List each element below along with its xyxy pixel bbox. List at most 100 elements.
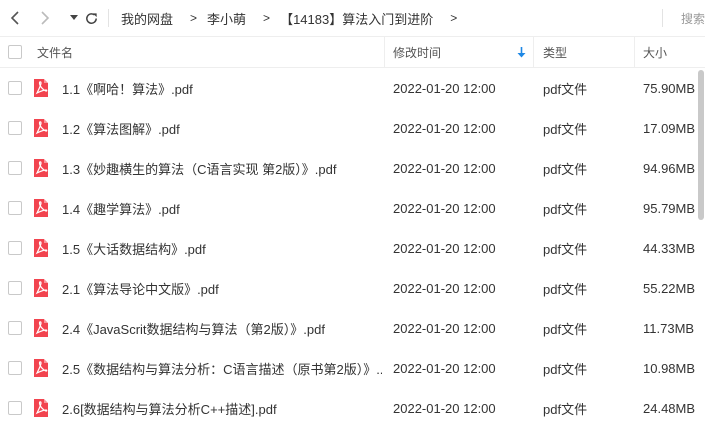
- sort-indicator[interactable]: [517, 37, 526, 67]
- row-checkbox[interactable]: [8, 188, 22, 228]
- file-size: 95.79MB: [643, 200, 696, 216]
- column-name[interactable]: 文件名: [37, 37, 73, 67]
- file-row[interactable]: 2.6[数据结构与算法分析C++描述].pdf 2022-01-20 12:00 p…: [0, 388, 705, 424]
- file-row[interactable]: 2.5《数据结构与算法分析：C语言描述（原书第2版）》.... 2022-01-2…: [0, 348, 705, 388]
- toolbar: 我的网盘 > 李小萌 > 【14183】算法入门到进阶 > 搜索: [0, 0, 705, 36]
- file-type: pdf文件: [543, 281, 588, 297]
- file-row[interactable]: 1.5《大话数据结构》.pdf 2022-01-20 12:00 pdf文件 44.3…: [0, 228, 705, 268]
- file-name[interactable]: 2.1《算法导论中文版》.pdf: [62, 268, 382, 308]
- column-divider: [634, 37, 635, 67]
- row-checkbox[interactable]: [8, 148, 22, 188]
- file-row[interactable]: 1.2《算法图解》.pdf 2022-01-20 12:00 pdf文件 17.09M…: [0, 108, 705, 148]
- pdf-icon: [34, 119, 48, 137]
- column-type[interactable]: 类型: [543, 37, 567, 67]
- search-input[interactable]: 搜索: [681, 0, 705, 36]
- select-all-checkbox[interactable]: [8, 37, 22, 67]
- file-name[interactable]: 1.1《啊哈！算法》.pdf: [62, 68, 382, 108]
- toolbar-divider: [108, 9, 109, 27]
- scrollbar-thumb[interactable]: [698, 70, 704, 220]
- checkbox-box: [8, 45, 22, 59]
- file-modified: 2022-01-20 12:00: [393, 360, 496, 376]
- file-name[interactable]: 1.2《算法图解》.pdf: [62, 108, 382, 148]
- forward-button[interactable]: [34, 8, 54, 28]
- chevron-left-icon: [10, 11, 19, 25]
- breadcrumb-separator: >: [190, 11, 198, 25]
- row-checkbox[interactable]: [8, 308, 22, 348]
- pdf-icon: [34, 279, 48, 297]
- breadcrumb-item[interactable]: 李小萌: [207, 9, 246, 28]
- breadcrumb-item[interactable]: 我的网盘: [121, 9, 173, 28]
- file-size: 75.90MB: [643, 80, 696, 96]
- file-type: pdf文件: [543, 241, 588, 257]
- file-modified: 2022-01-20 12:00: [393, 120, 496, 136]
- column-divider: [533, 37, 534, 67]
- file-row[interactable]: 1.4《趣学算法》.pdf 2022-01-20 12:00 pdf文件 95.79M…: [0, 188, 705, 228]
- file-name[interactable]: 2.4《JavaScrit数据结构与算法（第2版）》.pdf: [62, 308, 382, 348]
- file-row[interactable]: 1.1《啊哈！算法》.pdf 2022-01-20 12:00 pdf文件 75.90…: [0, 68, 705, 108]
- checkbox-box: [8, 121, 22, 135]
- pdf-icon: [34, 359, 48, 377]
- refresh-icon: [85, 12, 97, 24]
- column-divider: [384, 37, 385, 67]
- chevron-right-icon: [41, 11, 50, 25]
- pdf-icon: [34, 399, 48, 417]
- breadcrumb-separator: >: [450, 11, 458, 25]
- row-checkbox[interactable]: [8, 108, 22, 148]
- pdf-icon: [34, 199, 48, 217]
- file-type: pdf文件: [543, 321, 588, 337]
- column-modified[interactable]: 修改时间: [393, 37, 441, 67]
- file-type: pdf文件: [543, 121, 588, 137]
- refresh-button[interactable]: [81, 8, 101, 28]
- checkbox-box: [8, 361, 22, 375]
- row-checkbox[interactable]: [8, 268, 22, 308]
- file-modified: 2022-01-20 12:00: [393, 240, 496, 256]
- pdf-icon: [34, 239, 48, 257]
- file-type: pdf文件: [543, 361, 588, 377]
- file-size: 24.48MB: [643, 400, 696, 416]
- checkbox-box: [8, 321, 22, 335]
- row-checkbox[interactable]: [8, 348, 22, 388]
- breadcrumb-item[interactable]: 【14183】算法入门到进阶: [280, 9, 433, 28]
- file-type: pdf文件: [543, 81, 588, 97]
- row-checkbox[interactable]: [8, 68, 22, 108]
- file-row[interactable]: 2.4《JavaScrit数据结构与算法（第2版）》.pdf 2022-01-20…: [0, 308, 705, 348]
- file-modified: 2022-01-20 12:00: [393, 160, 496, 176]
- breadcrumb-separator: >: [263, 11, 271, 25]
- file-modified: 2022-01-20 12:00: [393, 200, 496, 216]
- checkbox-box: [8, 161, 22, 175]
- file-name[interactable]: 2.6[数据结构与算法分析C++描述].pdf: [62, 388, 382, 424]
- file-size: 94.96MB: [643, 160, 696, 176]
- caret-down-icon: [70, 15, 78, 20]
- file-size: 44.33MB: [643, 240, 696, 256]
- file-size: 11.73MB: [643, 320, 695, 336]
- scrollbar[interactable]: [697, 68, 705, 424]
- file-type: pdf文件: [543, 161, 588, 177]
- file-modified: 2022-01-20 12:00: [393, 400, 496, 416]
- file-modified: 2022-01-20 12:00: [393, 320, 496, 336]
- pdf-icon: [34, 79, 48, 97]
- file-type: pdf文件: [543, 401, 588, 417]
- file-name[interactable]: 1.5《大话数据结构》.pdf: [62, 228, 382, 268]
- file-modified: 2022-01-20 12:00: [393, 80, 496, 96]
- checkbox-box: [8, 201, 22, 215]
- file-row[interactable]: 1.3《妙趣横生的算法（C语言实现 第2版）》.pdf 2022-01-20 12…: [0, 148, 705, 188]
- checkbox-box: [8, 401, 22, 415]
- checkbox-box: [8, 281, 22, 295]
- file-size: 55.22MB: [643, 280, 696, 296]
- file-name[interactable]: 1.4《趣学算法》.pdf: [62, 188, 382, 228]
- breadcrumb: 我的网盘 > 李小萌 > 【14183】算法入门到进阶 >: [121, 0, 467, 36]
- file-row[interactable]: 2.1《算法导论中文版》.pdf 2022-01-20 12:00 pdf文件 55.…: [0, 268, 705, 308]
- search-divider: [662, 9, 663, 27]
- file-name[interactable]: 1.3《妙趣横生的算法（C语言实现 第2版）》.pdf: [62, 148, 382, 188]
- pdf-icon: [34, 159, 48, 177]
- file-size: 17.09MB: [643, 120, 696, 136]
- column-size[interactable]: 大小: [643, 37, 667, 67]
- back-button[interactable]: [6, 8, 26, 28]
- column-header: 文件名 修改时间 类型 大小: [0, 36, 705, 68]
- file-modified: 2022-01-20 12:00: [393, 280, 496, 296]
- pdf-icon: [34, 319, 48, 337]
- row-checkbox[interactable]: [8, 228, 22, 268]
- arrow-down-icon: [517, 46, 526, 57]
- file-name[interactable]: 2.5《数据结构与算法分析：C语言描述（原书第2版）》....: [62, 348, 382, 388]
- row-checkbox[interactable]: [8, 388, 22, 424]
